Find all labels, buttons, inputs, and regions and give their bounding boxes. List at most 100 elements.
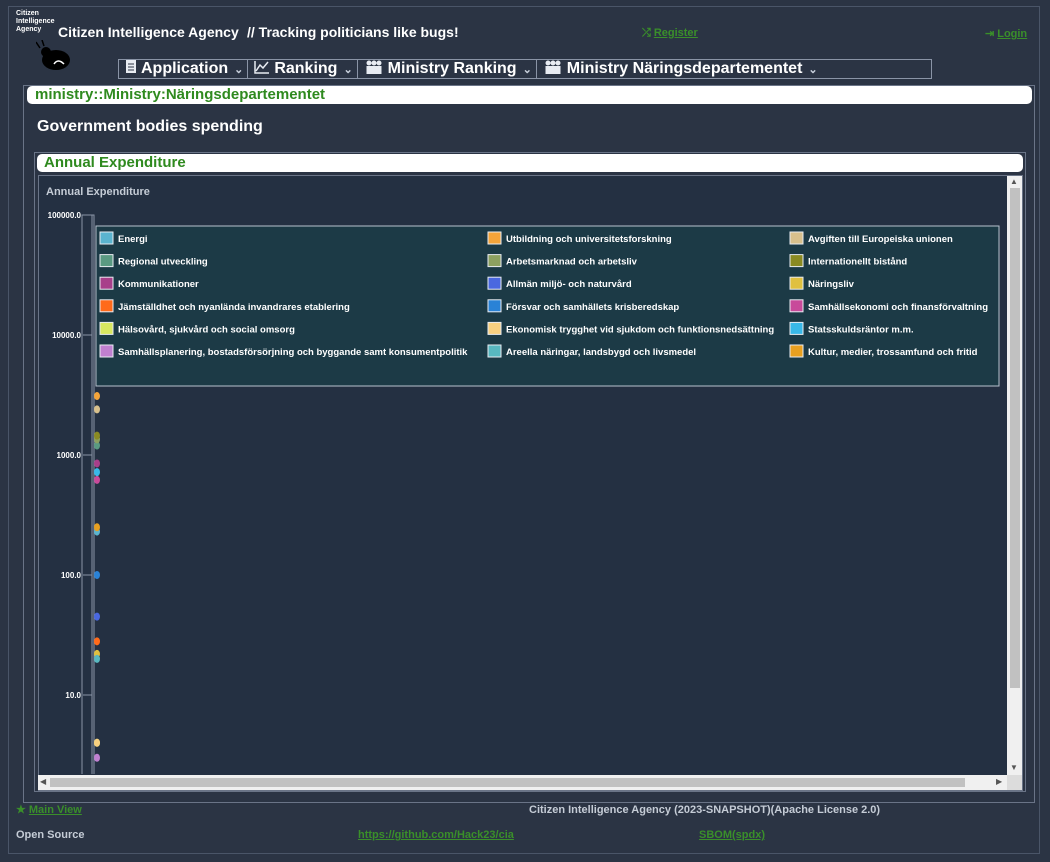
legend-swatch (99, 276, 114, 290)
legend-label: Samhällsplanering, bostadsförsörjning oc… (118, 347, 468, 358)
menu-application-label: Application (141, 60, 229, 77)
menu-ranking[interactable]: Ranking ⌄ (248, 60, 358, 79)
data-point (94, 753, 100, 762)
people-icon (543, 60, 563, 79)
people-icon (364, 60, 384, 79)
chevron-down-icon: ⌄ (522, 63, 532, 76)
legend-label: Utbildning och universitetsforskning (506, 234, 672, 245)
legend-label: Jämställdhet och nyanlända invandrares e… (118, 302, 350, 313)
legend-label: Näringsliv (808, 279, 855, 290)
main-view-label: Main View (28, 804, 82, 816)
login-link[interactable]: ⇥ Login (985, 27, 1027, 40)
legend-label: Allmän miljö- och naturvård (506, 279, 632, 290)
sbom-link[interactable]: SBOM(spdx) (699, 829, 765, 841)
github-link[interactable]: https://github.com/Hack23/cia (358, 829, 514, 841)
data-point (94, 571, 100, 579)
menu-ranking-label: Ranking (274, 60, 338, 77)
legend-label: Kommunikationer (118, 279, 199, 290)
data-point (94, 405, 100, 414)
legend-swatch (789, 231, 804, 245)
data-point (94, 475, 100, 484)
legend-swatch (487, 231, 502, 245)
data-point (94, 392, 100, 401)
legend-swatch (789, 276, 804, 290)
legend-label: Regional utveckling (118, 257, 208, 268)
y-tick-label: 10.0 (65, 691, 81, 700)
legend-swatch (99, 344, 114, 358)
legend-swatch (789, 254, 804, 268)
legend-swatch (487, 344, 502, 358)
page-title: ministry::Ministry:Näringsdepartementet (35, 86, 326, 103)
legend-swatch (487, 254, 502, 268)
section-heading: Government bodies spending (37, 118, 263, 135)
legend-swatch (789, 299, 804, 313)
legend-label: Energi (118, 234, 148, 245)
legend-swatch (487, 299, 502, 313)
horizontal-scroll-thumb[interactable] (50, 778, 965, 787)
chart-title: Annual Expenditure (46, 186, 150, 198)
data-point (94, 738, 100, 747)
legend-swatch (99, 321, 114, 335)
menu-ministry-ranking-label: Ministry Ranking (387, 60, 517, 77)
data-point (94, 523, 100, 532)
legend-label: Ekonomisk trygghet vid sjukdom och funkt… (506, 324, 774, 335)
chart-line-icon (254, 60, 270, 79)
main-view-link[interactable]: ★ Main View (16, 803, 82, 816)
version-text: Citizen Intelligence Agency (2023-SNAPSH… (529, 804, 881, 816)
open-source-label: Open Source (16, 829, 85, 841)
vertical-scrollbar[interactable]: ▲ ▼ (1007, 176, 1022, 775)
y-tick-label: 10000.0 (52, 331, 81, 340)
scroll-left-arrow-icon[interactable]: ◀ (40, 777, 46, 786)
scroll-up-arrow-icon[interactable]: ▲ (1010, 177, 1018, 186)
y-tick-label: 1000.0 (57, 451, 82, 460)
sign-in-icon: ⇥ (985, 28, 995, 40)
logo-text: Citizen Intelligence Agency (16, 10, 55, 33)
expenditure-panel-title-bar: Annual Expenditure (37, 154, 1023, 172)
document-icon (125, 59, 137, 79)
legend-label: Kultur, medier, trossamfund och fritid (808, 347, 978, 358)
legend-swatch (789, 344, 804, 358)
bug-logo-icon (36, 40, 70, 70)
y-tick-label: 100.0 (61, 571, 82, 580)
register-label: Register (653, 27, 698, 39)
login-label: Login (997, 28, 1028, 40)
legend-swatch (789, 321, 804, 335)
data-point (94, 654, 100, 663)
app-tagline: // Tracking politicians like bugs! (247, 24, 459, 40)
legend-swatch (99, 231, 114, 245)
scroll-right-arrow-icon[interactable]: ▶ (996, 777, 1002, 786)
shuffle-icon: ⤮ (642, 27, 651, 39)
page-title-bar: ministry::Ministry:Näringsdepartementet (27, 86, 1032, 104)
menu-ministry-naringsdepartementet-label: Ministry Näringsdepartementet (566, 60, 803, 77)
legend-swatch (487, 321, 502, 335)
legend-label: Internationellt bistånd (808, 257, 907, 268)
annual-expenditure-chart: Annual Expenditure 100000.0 10000.0 1000.0 1… (46, 186, 1000, 774)
vertical-scroll-thumb[interactable] (1010, 188, 1020, 688)
menu-ministry-ranking[interactable]: Ministry Ranking ⌄ (358, 60, 537, 78)
agency-logo[interactable]: Citizen Intelligence Agency (16, 10, 70, 74)
legend-label: Hälsovård, sjukvård och social omsorg (118, 324, 295, 335)
app-title: Citizen Intelligence Agency (58, 24, 239, 40)
scroll-down-arrow-icon[interactable]: ▼ (1010, 763, 1018, 772)
menu-application[interactable]: Application ⌄ (119, 59, 249, 79)
data-point (94, 431, 100, 440)
legend-swatch (487, 276, 502, 290)
legend-swatch (99, 299, 114, 313)
chevron-down-icon: ⌄ (234, 63, 244, 76)
horizontal-scrollbar[interactable]: ◀ ▶ (38, 775, 1007, 790)
legend-label: Försvar och samhällets krisberedskap (506, 302, 679, 313)
legend-label: Avgiften till Europeiska unionen (808, 234, 953, 245)
y-tick-label: 100000.0 (48, 211, 82, 220)
main-menu-bar: Application ⌄ Ranking ⌄ Ministry Ranking… (118, 59, 932, 79)
legend-label: Areella näringar, landsbygd och livsmede… (506, 347, 696, 358)
menu-ministry-naringsdepartementet[interactable]: Ministry Näringsdepartementet ⌄ (537, 60, 822, 78)
data-point (94, 459, 100, 468)
legend-label: Samhällsekonomi och finansförvaltning (808, 302, 988, 313)
star-icon: ★ (16, 804, 26, 816)
legend-swatch (99, 254, 114, 268)
scrollbar-corner (1007, 775, 1022, 790)
register-link[interactable]: ⤮ Register (642, 27, 698, 40)
data-point (94, 468, 100, 477)
data-point (94, 612, 100, 621)
chevron-down-icon: ⌄ (343, 63, 353, 76)
